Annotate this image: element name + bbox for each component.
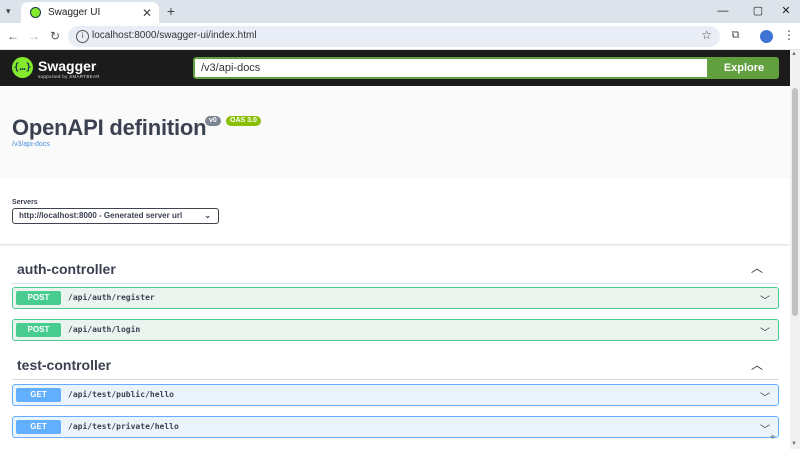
section-divider bbox=[12, 379, 779, 380]
address-bar[interactable]: i localhost:8000/swagger-ui/index.html ☆ bbox=[68, 26, 720, 47]
swagger-favicon-icon bbox=[30, 7, 41, 18]
chevron-down-icon: ⌄ bbox=[204, 211, 211, 220]
maximize-icon[interactable]: ▢ bbox=[744, 4, 772, 18]
back-icon[interactable]: ← bbox=[5, 28, 21, 44]
chevron-down-icon[interactable]: ﹀ bbox=[760, 421, 770, 436]
method-badge: POST bbox=[16, 291, 61, 305]
chevron-up-icon[interactable]: ︿ bbox=[750, 262, 764, 274]
swagger-brand[interactable]: Swagger bbox=[38, 58, 96, 74]
section-title-auth-controller[interactable]: auth-controller bbox=[17, 261, 116, 277]
scroll-down-icon[interactable]: ▼ bbox=[791, 441, 797, 447]
explore-button[interactable]: Explore bbox=[709, 57, 779, 79]
window-close-icon[interactable]: ✕ bbox=[772, 4, 800, 18]
spec-url-input[interactable] bbox=[193, 57, 709, 79]
browser-tabstrip: ▾ Swagger UI ✕ + — ▢ ✕ bbox=[0, 0, 800, 23]
method-badge: GET bbox=[16, 388, 61, 402]
operation-post-login[interactable]: POST /api/auth/login ﹀ bbox=[12, 319, 779, 341]
operation-get-public-hello[interactable]: GET /api/test/public/hello ﹀ bbox=[12, 384, 779, 406]
servers-select[interactable]: http://localhost:8000 - Generated server… bbox=[12, 208, 219, 224]
operation-path: /api/test/public/hello bbox=[68, 390, 174, 399]
browser-tab[interactable]: Swagger UI ✕ bbox=[21, 2, 159, 23]
profile-icon[interactable] bbox=[760, 30, 773, 43]
site-info-icon[interactable]: i bbox=[76, 30, 89, 43]
chevron-down-icon[interactable]: ﹀ bbox=[760, 389, 770, 404]
version-badge: v0 bbox=[205, 116, 221, 126]
servers-label: Servers bbox=[12, 199, 38, 206]
url-text[interactable]: localhost:8000/swagger-ui/index.html bbox=[92, 30, 257, 41]
method-badge: POST bbox=[16, 323, 61, 337]
bookmark-star-icon[interactable]: ☆ bbox=[701, 28, 712, 42]
scrollbar-thumb[interactable] bbox=[792, 88, 798, 316]
swagger-logo-icon[interactable]: {…} bbox=[12, 57, 33, 78]
method-badge: GET bbox=[16, 420, 61, 434]
chevron-up-icon[interactable]: ︿ bbox=[750, 359, 764, 371]
feedback-icon[interactable]: ⌖ bbox=[770, 432, 776, 443]
tab-close-icon[interactable]: ✕ bbox=[139, 6, 155, 20]
servers-selected-value: http://localhost:8000 - Generated server… bbox=[19, 211, 183, 220]
tab-title: Swagger UI bbox=[48, 7, 101, 18]
reload-icon[interactable]: ↻ bbox=[47, 28, 63, 44]
swagger-brand-sub: supported by SMARTBEAR bbox=[38, 74, 100, 79]
section-divider bbox=[12, 283, 779, 284]
new-tab-icon[interactable]: + bbox=[163, 3, 179, 19]
spec-link[interactable]: /v3/api-docs bbox=[12, 141, 50, 148]
forward-icon[interactable]: → bbox=[26, 28, 42, 44]
chevron-down-icon[interactable]: ﹀ bbox=[760, 292, 770, 307]
operation-path: /api/auth/login bbox=[68, 325, 141, 334]
operation-get-private-hello[interactable]: GET /api/test/private/hello ﹀ bbox=[12, 416, 779, 438]
oas-badge: OAS 3.0 bbox=[226, 116, 261, 126]
operation-path: /api/auth/register bbox=[68, 293, 155, 302]
section-title-test-controller[interactable]: test-controller bbox=[17, 357, 111, 373]
menu-icon[interactable]: ⋮ bbox=[783, 28, 795, 42]
chevron-down-icon[interactable]: ﹀ bbox=[760, 324, 770, 339]
operation-path: /api/test/private/hello bbox=[68, 422, 179, 431]
browser-toolbar: ← → ↻ i localhost:8000/swagger-ui/index.… bbox=[0, 23, 800, 50]
minimize-icon[interactable]: — bbox=[709, 4, 737, 18]
page-title: OpenAPI definition bbox=[12, 115, 207, 140]
operation-post-register[interactable]: POST /api/auth/register ﹀ bbox=[12, 287, 779, 309]
tab-search-icon[interactable]: ▾ bbox=[6, 6, 16, 16]
extensions-icon[interactable]: ⧉ bbox=[729, 29, 742, 42]
scroll-up-icon[interactable]: ▲ bbox=[791, 51, 797, 57]
